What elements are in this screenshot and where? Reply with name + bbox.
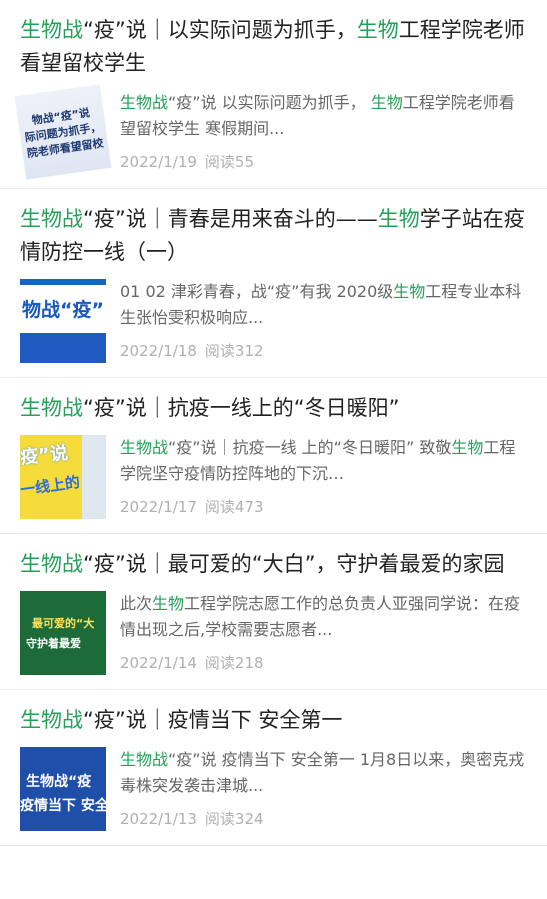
title-highlight: 生物 <box>356 18 399 42</box>
summary-highlight: 生物 <box>393 282 426 301</box>
title-highlight: 生物战 <box>20 552 83 576</box>
article-title[interactable]: 生物战“疫”说｜青春是用来奋斗的——生物学子站在疫情防控一线（一） <box>0 189 547 275</box>
summary-highlight: 生物 <box>152 594 185 613</box>
summary-text: “疫”说 疫情当下 安全第一 1月8日以来，奥密克戎毒株突发袭击津城... <box>120 750 525 795</box>
article-thumbnail[interactable]: 物战“疫”说 际问题为抓手， 院老师看望留校 <box>14 84 112 180</box>
article-meta: 2022/1/13 阅读324 <box>120 808 527 829</box>
title-highlight: 生物战 <box>20 396 83 420</box>
article-body: 物战“疫” 01 02 津彩青春，战“疫”有我 2020级生物工程专业本科生张怡… <box>0 275 547 377</box>
article-item[interactable]: 生物战“疫”说｜疫情当下 安全第一 生物战“疫 疫情当下 安全 生物战“疫”说 … <box>0 690 547 846</box>
title-text: “疫”说｜青春是用来奋斗的—— <box>83 207 378 231</box>
article-info: 生物战“疫”说｜抗疫一线 上的“冬日暖阳” 致敬生物工程学院坚守疫情防控阵地的下… <box>120 435 527 519</box>
summary-text: 此次 <box>120 594 153 613</box>
thumb-text: 生物战“疫 <box>26 774 92 790</box>
article-info: 01 02 津彩青春，战“疫”有我 2020级生物工程专业本科生张怡雯积极响应.… <box>120 279 527 363</box>
article-item[interactable]: 生物战“疫”说｜以实际问题为抓手，生物工程学院老师看望留校学生 物战“疫”说 际… <box>0 0 547 189</box>
article-summary: 生物战“疫”说 以实际问题为抓手， 生物工程学院老师看望留校学生 寒假期间... <box>120 90 527 142</box>
article-summary: 生物战“疫”说 疫情当下 安全第一 1月8日以来，奥密克戎毒株突发袭击津城... <box>120 747 527 799</box>
summary-text: “疫”说 以实际问题为抓手， <box>168 93 371 112</box>
title-text: “疫”说｜疫情当下 安全第一 <box>83 708 343 732</box>
summary-text: 01 02 津彩青春，战“疫”有我 2020级 <box>120 282 394 301</box>
summary-highlight: 生物战 <box>120 750 169 769</box>
article-title[interactable]: 生物战“疫”说｜抗疫一线上的“冬日暖阳” <box>0 378 547 431</box>
article-meta: 2022/1/14 阅读218 <box>120 652 527 673</box>
article-body: 物战“疫”说 际问题为抓手， 院老师看望留校 生物战“疫”说 以实际问题为抓手，… <box>0 84 547 188</box>
title-highlight: 生物 <box>377 207 420 231</box>
article-summary: 此次生物工程学院志愿工作的总负责人亚强同学说：在疫情出现之后,学校需要志愿者..… <box>120 591 527 643</box>
summary-highlight: 生物 <box>451 438 484 457</box>
read-count: 阅读473 <box>204 498 264 516</box>
read-count: 阅读218 <box>204 654 264 672</box>
thumb-text: 一线上的 <box>20 472 82 500</box>
article-date: 2022/1/18 <box>120 342 197 360</box>
article-body: 疫”说 一线上的 生物战“疫”说｜抗疫一线 上的“冬日暖阳” 致敬生物工程学院坚… <box>0 431 547 533</box>
article-info: 此次生物工程学院志愿工作的总负责人亚强同学说：在疫情出现之后,学校需要志愿者..… <box>120 591 527 675</box>
article-body: 生物战“疫 疫情当下 安全 生物战“疫”说 疫情当下 安全第一 1月8日以来，奥… <box>0 743 547 845</box>
read-count: 阅读55 <box>204 153 255 171</box>
article-info: 生物战“疫”说 以实际问题为抓手， 生物工程学院老师看望留校学生 寒假期间...… <box>120 90 527 174</box>
title-text: “疫”说｜以实际问题为抓手， <box>83 18 357 42</box>
title-text: “疫”说｜最可爱的“大白”，守护着最爱的家园 <box>83 552 505 576</box>
article-date: 2022/1/14 <box>120 654 197 672</box>
thumb-text: 守护着最爱 <box>26 637 81 650</box>
article-thumbnail[interactable]: 生物战“疫 疫情当下 安全 <box>20 747 106 831</box>
article-item[interactable]: 生物战“疫”说｜青春是用来奋斗的——生物学子站在疫情防控一线（一） 物战“疫” … <box>0 189 547 378</box>
title-text: “疫”说｜抗疫一线上的“冬日暖阳” <box>83 396 400 420</box>
article-summary: 生物战“疫”说｜抗疫一线 上的“冬日暖阳” 致敬生物工程学院坚守疫情防控阵地的下… <box>120 435 527 487</box>
summary-highlight: 生物战 <box>120 93 169 112</box>
thumb-text: 疫”说 <box>20 442 69 469</box>
article-body: 最可爱的“大 守护着最爱 此次生物工程学院志愿工作的总负责人亚强同学说：在疫情出… <box>0 587 547 689</box>
summary-highlight: 生物战 <box>120 438 169 457</box>
summary-highlight: 生物 <box>370 93 403 112</box>
article-date: 2022/1/13 <box>120 810 197 828</box>
article-meta: 2022/1/19 阅读55 <box>120 151 527 172</box>
read-count: 阅读312 <box>204 342 264 360</box>
thumb-text: 疫情当下 安全 <box>20 798 106 814</box>
title-highlight: 生物战 <box>20 708 83 732</box>
thumb-text: 最可爱的“大 <box>32 617 95 630</box>
thumb-text: 物战“疫” <box>22 299 104 321</box>
article-item[interactable]: 生物战“疫”说｜抗疫一线上的“冬日暖阳” 疫”说 一线上的 生物战“疫”说｜抗疫… <box>0 378 547 534</box>
article-thumbnail[interactable]: 最可爱的“大 守护着最爱 <box>20 591 106 675</box>
article-list: 生物战“疫”说｜以实际问题为抓手，生物工程学院老师看望留校学生 物战“疫”说 际… <box>0 0 547 846</box>
article-title[interactable]: 生物战“疫”说｜疫情当下 安全第一 <box>0 690 547 743</box>
read-count: 阅读324 <box>204 810 264 828</box>
article-title[interactable]: 生物战“疫”说｜以实际问题为抓手，生物工程学院老师看望留校学生 <box>0 0 547 86</box>
article-thumbnail[interactable]: 物战“疫” <box>20 279 106 363</box>
thumb-band <box>20 333 106 363</box>
article-item[interactable]: 生物战“疫”说｜最可爱的“大白”，守护着最爱的家园 最可爱的“大 守护着最爱 此… <box>0 534 547 690</box>
article-summary: 01 02 津彩青春，战“疫”有我 2020级生物工程专业本科生张怡雯积极响应.… <box>120 279 527 331</box>
summary-text: “疫”说｜抗疫一线 上的“冬日暖阳” 致敬 <box>168 438 452 457</box>
article-meta: 2022/1/18 阅读312 <box>120 340 527 361</box>
article-info: 生物战“疫”说 疫情当下 安全第一 1月8日以来，奥密克戎毒株突发袭击津城...… <box>120 747 527 831</box>
article-date: 2022/1/19 <box>120 153 197 171</box>
thumb-figure <box>82 435 106 519</box>
title-highlight: 生物战 <box>20 18 83 42</box>
article-meta: 2022/1/17 阅读473 <box>120 496 527 517</box>
article-thumbnail[interactable]: 疫”说 一线上的 <box>20 435 106 519</box>
article-title[interactable]: 生物战“疫”说｜最可爱的“大白”，守护着最爱的家园 <box>0 534 547 587</box>
title-highlight: 生物战 <box>20 207 83 231</box>
article-date: 2022/1/17 <box>120 498 197 516</box>
